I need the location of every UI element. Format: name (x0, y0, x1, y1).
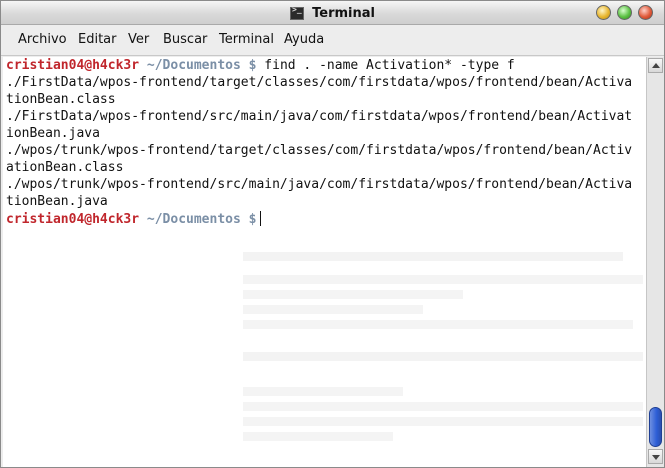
scrollbar-thumb[interactable] (649, 407, 662, 447)
prompt-user: cristian04@h4ck3r (6, 212, 140, 227)
prompt-line-1: cristian04@h4ck3r ~/Documentos $ find . … (6, 58, 515, 75)
prompt-line-2[interactable]: cristian04@h4ck3r ~/Documentos $ (6, 211, 262, 228)
title-wrap: Terminal (1, 3, 664, 22)
window-title: Terminal (312, 6, 375, 21)
output-line: tionBean.class (6, 92, 116, 107)
menu-archivo[interactable]: Archivo (18, 32, 67, 47)
prompt-path: ~/Documentos $ (146, 212, 257, 227)
output-line: ./FirstData/wpos-frontend/src/main/java/… (6, 109, 633, 124)
output-line: ./wpos/trunk/wpos-frontend/target/classe… (6, 143, 633, 158)
minimize-button[interactable] (596, 5, 611, 20)
title-bar[interactable]: Terminal (1, 1, 664, 25)
menu-ver[interactable]: Ver (128, 32, 149, 47)
command-text: find . -name Activation* -type f (264, 58, 515, 73)
terminal-window: Terminal Archivo Editar Ver Buscar Termi… (0, 0, 665, 468)
maximize-button[interactable] (617, 5, 632, 20)
menu-buscar[interactable]: Buscar (163, 32, 207, 47)
close-button[interactable] (638, 5, 653, 20)
terminal-icon (290, 5, 305, 20)
menu-bar: Archivo Editar Ver Buscar Terminal Ayuda (1, 25, 664, 56)
output-line: ionBean.java (6, 126, 100, 141)
menu-ayuda[interactable]: Ayuda (284, 32, 324, 47)
output-line: tionBean.java (6, 194, 108, 209)
prompt-path: ~/Documentos $ (146, 58, 257, 73)
menu-terminal[interactable]: Terminal (219, 32, 274, 47)
vertical-scrollbar[interactable] (646, 57, 664, 467)
scroll-down-arrow-icon[interactable] (648, 449, 663, 464)
output-line: ./FirstData/wpos-frontend/target/classes… (6, 75, 633, 90)
text-cursor (260, 211, 262, 226)
output-line: ationBean.class (6, 160, 124, 175)
output-line: ./wpos/trunk/wpos-frontend/src/main/java… (6, 177, 633, 192)
prompt-user: cristian04@h4ck3r (6, 58, 140, 73)
terminal-output-area[interactable]: cristian04@h4ck3r ~/Documentos $ find . … (3, 57, 646, 467)
menu-editar[interactable]: Editar (78, 32, 117, 47)
scroll-up-arrow-icon[interactable] (648, 58, 663, 73)
